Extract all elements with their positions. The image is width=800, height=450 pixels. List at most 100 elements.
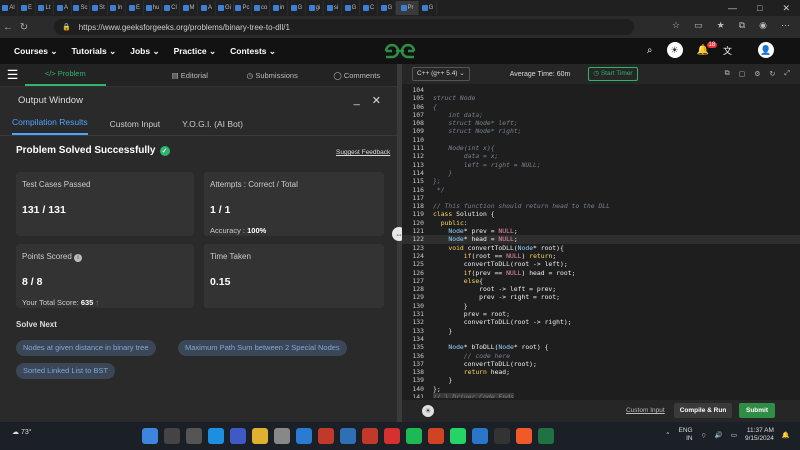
favorite-icon[interactable]: ☆ (672, 20, 680, 31)
browser-tab[interactable]: Gi (216, 1, 234, 15)
wifi-icon[interactable]: ⌔ (701, 431, 707, 440)
whatsapp-icon[interactable] (450, 428, 466, 444)
suggest-feedback-link[interactable]: Suggest Feedback (336, 149, 390, 156)
browser-tab[interactable]: Cl (162, 1, 180, 15)
info-icon[interactable]: i (74, 254, 83, 262)
file-icon[interactable]: ▢ (739, 70, 746, 78)
gfg-logo[interactable] (382, 42, 418, 60)
app-icon[interactable] (274, 428, 290, 444)
browser-tab[interactable]: M (180, 1, 198, 15)
theme-toggle-icon[interactable]: ☀ (666, 42, 683, 58)
solve-next-chip[interactable]: Sorted Linked List to BST (16, 363, 116, 379)
browser-tab[interactable]: co (252, 1, 270, 15)
browser-tab[interactable]: G (342, 1, 360, 15)
solve-next-chip[interactable]: Nodes at given distance in binary tree (16, 340, 156, 356)
edge-icon[interactable] (208, 428, 224, 444)
powerpoint-icon[interactable] (428, 428, 444, 444)
clock[interactable]: 11:37 AM 9/15/2024 (745, 427, 774, 443)
minimize-panel-icon[interactable]: _ (354, 94, 360, 107)
close-panel-icon[interactable]: ✕ (372, 94, 381, 107)
browser-tab[interactable]: St (90, 1, 108, 15)
spotify-icon[interactable] (406, 428, 422, 444)
language-icon[interactable]: 文 (723, 44, 732, 57)
app-icon[interactable] (296, 428, 312, 444)
browser-tab[interactable]: hu (144, 1, 162, 15)
weather-widget[interactable]: ☁ 73° (12, 428, 32, 436)
browser-tab[interactable]: E (126, 1, 144, 15)
search-icon[interactable]: ⌕ (647, 45, 653, 56)
favorites-icon[interactable]: ★ (717, 20, 725, 31)
reset-icon[interactable]: ↻ (770, 70, 776, 78)
nav-courses[interactable]: Courses ⌄ (14, 46, 58, 57)
browser-tab[interactable]: G (288, 1, 306, 15)
tab-editorial[interactable]: ▤ Editorial (150, 71, 230, 80)
browser-tab[interactable]: C (360, 1, 378, 15)
volume-icon[interactable]: 🔊 (715, 431, 723, 439)
settings-icon[interactable]: ⚙ (754, 70, 760, 78)
code-area[interactable]: 104 105 struct Node 106{107 int data; 108 st… (402, 86, 800, 398)
nav-tutorials[interactable]: Tutorials ⌄ (72, 46, 117, 57)
search-taskbar-icon[interactable] (164, 428, 180, 444)
start-icon[interactable] (142, 428, 158, 444)
notification-icon[interactable]: 🔔 18 (697, 41, 718, 56)
maximize-icon[interactable]: □ (757, 3, 762, 14)
fullscreen-icon[interactable]: ⤢ (784, 70, 790, 78)
browser-tab[interactable]: A (198, 1, 216, 15)
solve-next-chip[interactable]: Maximum Path Sum between 2 Special Nodes (178, 340, 347, 356)
browser-tab[interactable]: E (18, 1, 36, 15)
tab-submissions[interactable]: ◷ Submissions (232, 71, 312, 80)
app-icon[interactable] (340, 428, 356, 444)
profile-icon[interactable]: ◉ (759, 20, 767, 31)
battery-icon[interactable]: ▭ (731, 431, 737, 439)
start-timer-button[interactable]: ◷ Start Timer (588, 67, 638, 81)
brave-icon[interactable] (516, 428, 532, 444)
browser-tab[interactable]: In (108, 1, 126, 15)
app-icon[interactable] (318, 428, 334, 444)
language-indicator[interactable]: ENG IN (679, 427, 693, 443)
menu-icon[interactable]: ☰ (0, 67, 25, 83)
tab-yogi-bot[interactable]: Y.O.G.I. (AI Bot) (182, 119, 243, 135)
avatar[interactable]: 👤 (758, 42, 774, 58)
notifications-icon[interactable]: 🔔 (782, 431, 790, 439)
submit-button[interactable]: Submit (739, 403, 775, 418)
theme-icon[interactable]: ☀ (422, 405, 434, 417)
browser-tab[interactable]: in (270, 1, 288, 15)
browser-tab[interactable]: Sc (72, 1, 90, 15)
nav-practice[interactable]: Practice ⌄ (174, 46, 217, 57)
browser-tab[interactable]: G (378, 1, 396, 15)
browser-tab[interactable]: Lt (36, 1, 54, 15)
vscode-icon[interactable] (472, 428, 488, 444)
split-icon[interactable]: ▭ (694, 20, 703, 31)
back-icon[interactable]: ← (0, 22, 16, 33)
reload-icon[interactable]: ↻ (16, 22, 32, 33)
app-icon[interactable] (230, 428, 246, 444)
nav-jobs[interactable]: Jobs ⌄ (130, 46, 159, 57)
chevron-up-icon[interactable]: ⌃ (665, 431, 670, 439)
browser-tab[interactable]: Al (0, 1, 18, 15)
tab-problem[interactable]: </> Problem (25, 64, 106, 86)
copy-icon[interactable]: ⧉ (725, 70, 730, 78)
browser-tab[interactable]: A (54, 1, 72, 15)
language-select[interactable]: C++ (g++ 5.4) ⌄ (412, 67, 470, 81)
browser-tab[interactable]: gi (306, 1, 324, 15)
tab-custom-input[interactable]: Custom Input (110, 119, 161, 135)
close-window-icon[interactable]: ✕ (782, 3, 790, 14)
tab-comments[interactable]: ◯ Comments (317, 71, 397, 80)
more-icon[interactable]: ⋯ (781, 20, 790, 31)
minimize-icon[interactable]: — (728, 3, 737, 14)
collections-icon[interactable]: ⧉ (739, 20, 745, 31)
terminal-icon[interactable] (494, 428, 510, 444)
nav-contests[interactable]: Contests ⌄ (230, 46, 276, 57)
task-view-icon[interactable] (186, 428, 202, 444)
browser-tab[interactable]: G (419, 1, 437, 15)
opera-icon[interactable] (384, 428, 400, 444)
folder-icon[interactable] (252, 428, 268, 444)
netflix-icon[interactable] (362, 428, 378, 444)
tab-compilation-results[interactable]: Compilation Results (12, 117, 88, 135)
browser-tab[interactable]: Pc (234, 1, 252, 15)
compile-run-button[interactable]: Compile & Run (674, 403, 732, 418)
browser-tab[interactable]: si (324, 1, 342, 15)
browser-tab[interactable]: Pr (396, 1, 419, 15)
custom-input-link[interactable]: Custom Input (626, 407, 665, 414)
excel-icon[interactable] (538, 428, 554, 444)
